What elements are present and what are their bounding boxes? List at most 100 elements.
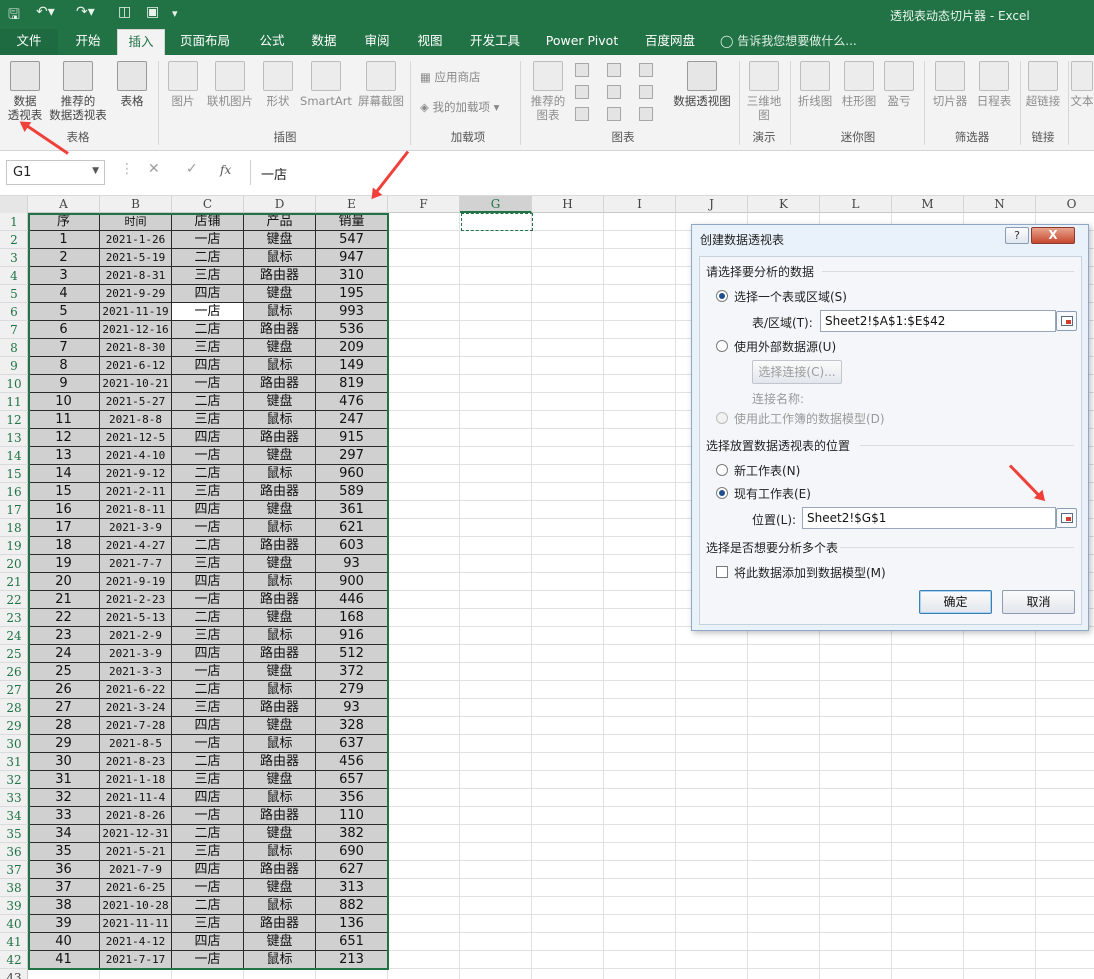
table-cell[interactable]: 32	[28, 789, 100, 807]
table-cell[interactable]: 40	[28, 933, 100, 951]
row-header[interactable]: 2	[0, 231, 28, 249]
sparkline-winloss-button[interactable]: 盈亏	[882, 61, 916, 108]
table-cell[interactable]: 25	[28, 663, 100, 681]
table-cell[interactable]: 二店	[172, 465, 244, 483]
table-cell[interactable]: 2021-6-25	[100, 879, 172, 897]
row-header[interactable]: 28	[0, 699, 28, 717]
table-cell[interactable]: 二店	[172, 393, 244, 411]
table-cell[interactable]: 16	[28, 501, 100, 519]
table-cell[interactable]: 149	[316, 357, 388, 375]
table-cell[interactable]: 鼠标	[244, 681, 316, 699]
table-cell[interactable]: 882	[316, 897, 388, 915]
customize-quick-access-icon[interactable]: ▾	[172, 7, 178, 20]
table-cell[interactable]: 41	[28, 951, 100, 969]
table-row[interactable]: 3 2021-8-31 三店 路由器 310	[28, 267, 388, 285]
header-cell[interactable]: 产品	[244, 213, 316, 231]
line-chart-icon[interactable]	[575, 85, 589, 99]
recommended-pivot-button[interactable]: 推荐的 数据透视表	[46, 61, 110, 122]
table-cell[interactable]: 18	[28, 537, 100, 555]
row-header[interactable]: 16	[0, 483, 28, 501]
table-cell[interactable]: 15	[28, 483, 100, 501]
table-cell[interactable]: 一店	[172, 663, 244, 681]
table-cell[interactable]: 10	[28, 393, 100, 411]
table-cell[interactable]: 鼠标	[244, 897, 316, 915]
table-row[interactable]: 39 2021-11-11 三店 路由器 136	[28, 915, 388, 933]
table-cell[interactable]: 四店	[172, 573, 244, 591]
table-cell[interactable]: 鼠标	[244, 789, 316, 807]
table-row[interactable]: 14 2021-9-12 二店 鼠标 960	[28, 465, 388, 483]
table-cell[interactable]: 136	[316, 915, 388, 933]
table-cell[interactable]: 93	[316, 699, 388, 717]
table-cell[interactable]: 23	[28, 627, 100, 645]
row-header[interactable]: 36	[0, 843, 28, 861]
table-cell[interactable]: 2021-6-22	[100, 681, 172, 699]
table-cell[interactable]: 993	[316, 303, 388, 321]
combo-chart-icon[interactable]	[639, 85, 653, 99]
table-cell[interactable]: 35	[28, 843, 100, 861]
cancel-button[interactable]: 取消	[1002, 590, 1075, 614]
location-collapse-button[interactable]	[1056, 508, 1077, 528]
picture-button[interactable]: 图片	[166, 61, 200, 108]
table-cell[interactable]: 247	[316, 411, 388, 429]
table-cell[interactable]: 9	[28, 375, 100, 393]
table-cell[interactable]: 路由器	[244, 645, 316, 663]
table-cell[interactable]: 313	[316, 879, 388, 897]
table-cell[interactable]: 4	[28, 285, 100, 303]
table-cell[interactable]: 键盘	[244, 825, 316, 843]
row-header[interactable]: 18	[0, 519, 28, 537]
slicer-button[interactable]: 切片器	[928, 61, 972, 108]
table-cell[interactable]: 鼠标	[244, 465, 316, 483]
table-cell[interactable]: 路由器	[244, 753, 316, 771]
table-cell[interactable]: 168	[316, 609, 388, 627]
table-cell[interactable]: 二店	[172, 249, 244, 267]
table-cell[interactable]: 路由器	[244, 429, 316, 447]
table-cell[interactable]: 2021-1-18	[100, 771, 172, 789]
range-collapse-button[interactable]	[1056, 311, 1077, 331]
table-cell[interactable]: 2021-4-10	[100, 447, 172, 465]
column-header[interactable]: H	[532, 196, 604, 213]
table-cell[interactable]: 二店	[172, 609, 244, 627]
table-row[interactable]: 28 2021-7-28 四店 键盘 328	[28, 717, 388, 735]
row-header[interactable]: 3	[0, 249, 28, 267]
table-cell[interactable]: 26	[28, 681, 100, 699]
table-cell[interactable]: 2021-8-11	[100, 501, 172, 519]
table-cell[interactable]: 2021-3-9	[100, 519, 172, 537]
table-cell[interactable]: 637	[316, 735, 388, 753]
table-cell[interactable]: 2021-8-26	[100, 807, 172, 825]
table-cell[interactable]: 382	[316, 825, 388, 843]
row-header[interactable]: 41	[0, 933, 28, 951]
column-header[interactable]: C	[172, 196, 244, 213]
row-header[interactable]: 33	[0, 789, 28, 807]
row-header[interactable]: 31	[0, 753, 28, 771]
hierarchy-chart-icon[interactable]	[607, 63, 621, 77]
table-cell[interactable]: 29	[28, 735, 100, 753]
row-header[interactable]: 42	[0, 951, 28, 969]
cancel-icon[interactable]: ✕	[148, 161, 160, 177]
table-cell[interactable]: 二店	[172, 825, 244, 843]
table-cell[interactable]: 鼠标	[244, 735, 316, 753]
pivot-chart-button[interactable]: 数据透视图	[670, 61, 734, 108]
table-cell[interactable]: 三店	[172, 771, 244, 789]
table-cell[interactable]: 947	[316, 249, 388, 267]
table-cell[interactable]: 14	[28, 465, 100, 483]
table-cell[interactable]: 2021-10-28	[100, 897, 172, 915]
my-addins-button[interactable]: ◈ 我的加载项 ▾	[420, 99, 499, 115]
row-header[interactable]: 15	[0, 465, 28, 483]
row-header[interactable]: 9	[0, 357, 28, 375]
table-cell[interactable]: 路由器	[244, 375, 316, 393]
tab-power-pivot[interactable]: Power Pivot	[540, 29, 624, 55]
table-row[interactable]: 20 2021-9-19 四店 鼠标 900	[28, 573, 388, 591]
table-cell[interactable]: 键盘	[244, 663, 316, 681]
table-row[interactable]: 36 2021-7-9 四店 路由器 627	[28, 861, 388, 879]
table-cell[interactable]: 2021-11-11	[100, 915, 172, 933]
table-row[interactable]: 19 2021-7-7 三店 键盘 93	[28, 555, 388, 573]
table-cell[interactable]: 二店	[172, 681, 244, 699]
table-cell[interactable]: 476	[316, 393, 388, 411]
header-cell[interactable]: 序	[28, 213, 100, 231]
text-button[interactable]: 文本	[1070, 61, 1094, 108]
column-header[interactable]: G	[460, 196, 532, 213]
table-cell[interactable]: 24	[28, 645, 100, 663]
table-cell[interactable]: 2021-5-21	[100, 843, 172, 861]
table-cell[interactable]: 5	[28, 303, 100, 321]
table-cell[interactable]: 一店	[172, 447, 244, 465]
